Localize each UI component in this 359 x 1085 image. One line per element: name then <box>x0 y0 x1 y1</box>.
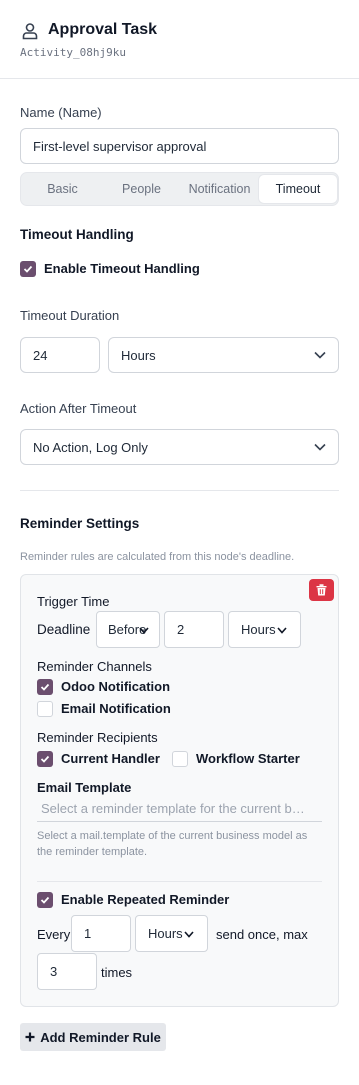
send-once-label: send once, max <box>216 927 308 942</box>
name-input[interactable]: First-level supervisor approval <box>20 128 339 164</box>
name-input-value: First-level supervisor approval <box>33 138 207 154</box>
tab-notification[interactable]: Notification <box>181 175 258 203</box>
every-label: Every <box>37 927 71 942</box>
repeat-unit-value: Hours <box>148 926 183 941</box>
reminder-section-title: Reminder Settings <box>20 516 140 531</box>
timeout-unit-select[interactable]: Hours <box>108 337 339 373</box>
check-icon <box>40 755 50 763</box>
current-handler-checkbox[interactable] <box>37 751 53 767</box>
chevron-down-icon <box>277 627 287 634</box>
times-label: times <box>101 965 133 980</box>
chevron-down-icon <box>184 931 194 938</box>
tab-people[interactable]: People <box>102 175 181 203</box>
repeat-reminder-checkbox[interactable] <box>37 892 53 908</box>
add-reminder-rule-button[interactable]: Add Reminder Rule <box>20 1023 166 1051</box>
repeat-reminder-label: Enable Repeated Reminder <box>61 892 230 907</box>
check-icon <box>40 683 50 691</box>
enable-timeout-checkbox[interactable] <box>20 261 36 277</box>
email-notification-checkbox[interactable] <box>37 701 53 717</box>
deadline-label: Deadline <box>37 622 91 637</box>
offset-value: 2 <box>177 622 185 637</box>
workflow-starter-label: Workflow Starter <box>196 751 300 766</box>
email-template-placeholder: Select a reminder template for the curre… <box>41 801 307 816</box>
max-times-input[interactable]: 3 <box>37 953 97 990</box>
timeout-duration-input[interactable]: 24 <box>20 337 100 373</box>
offset-unit-value: Hours <box>241 622 276 637</box>
timeout-unit-value: Hours <box>121 347 156 363</box>
timeout-section-title: Timeout Handling <box>20 227 134 242</box>
tab-bar: Basic People Notification Timeout <box>20 172 339 206</box>
name-label: Name (Name) <box>20 105 102 120</box>
max-times-value: 3 <box>50 964 58 979</box>
email-notification-label: Email Notification <box>61 701 171 716</box>
page-title: Approval Task <box>48 21 158 38</box>
plus-icon <box>25 1032 35 1042</box>
enable-timeout-label: Enable Timeout Handling <box>44 261 200 276</box>
action-after-timeout-label: Action After Timeout <box>20 401 137 416</box>
repeat-unit-select[interactable]: Hours <box>135 915 208 952</box>
email-template-input[interactable]: Select a reminder template for the curre… <box>37 798 322 822</box>
check-icon <box>40 896 50 904</box>
reminder-recipients-label: Reminder Recipients <box>37 730 158 745</box>
trigger-time-label: Trigger Time <box>37 594 110 609</box>
offset-input[interactable]: 2 <box>164 611 224 648</box>
trash-icon <box>316 584 327 596</box>
delete-rule-button[interactable] <box>309 579 334 601</box>
repeat-interval-input[interactable]: 1 <box>71 915 131 952</box>
reminder-channels-label: Reminder Channels <box>37 659 152 674</box>
reminder-hint: Reminder rules are calculated from this … <box>20 551 295 563</box>
section-divider <box>20 490 339 491</box>
repeat-interval-value: 1 <box>84 926 92 941</box>
action-after-timeout-select[interactable]: No Action, Log Only <box>20 429 339 465</box>
add-reminder-rule-label: Add Reminder Rule <box>40 1029 161 1045</box>
chevron-down-icon <box>314 443 326 451</box>
panel-header: Approval Task Activity_08hj9ku <box>0 0 359 79</box>
action-after-timeout-value: No Action, Log Only <box>33 439 148 455</box>
activity-id: Activity_08hj9ku <box>20 46 126 59</box>
tab-timeout[interactable]: Timeout <box>259 175 337 203</box>
workflow-starter-checkbox[interactable] <box>172 751 188 767</box>
tab-basic[interactable]: Basic <box>23 175 102 203</box>
check-icon <box>23 265 33 273</box>
chevron-down-icon <box>139 627 149 634</box>
timeout-duration-label: Timeout Duration <box>20 308 120 323</box>
odoo-notification-checkbox[interactable] <box>37 679 53 695</box>
rule-divider <box>37 881 322 882</box>
user-icon <box>22 23 38 40</box>
odoo-notification-label: Odoo Notification <box>61 679 171 694</box>
timeout-duration-value: 24 <box>33 347 48 363</box>
offset-unit-select[interactable]: Hours <box>228 611 301 648</box>
before-after-select[interactable]: Before <box>96 611 160 648</box>
email-template-label: Email Template <box>37 780 132 795</box>
current-handler-label: Current Handler <box>61 751 160 766</box>
email-template-hint: Select a mail.template of the current bu… <box>37 830 308 858</box>
chevron-down-icon <box>314 351 326 359</box>
